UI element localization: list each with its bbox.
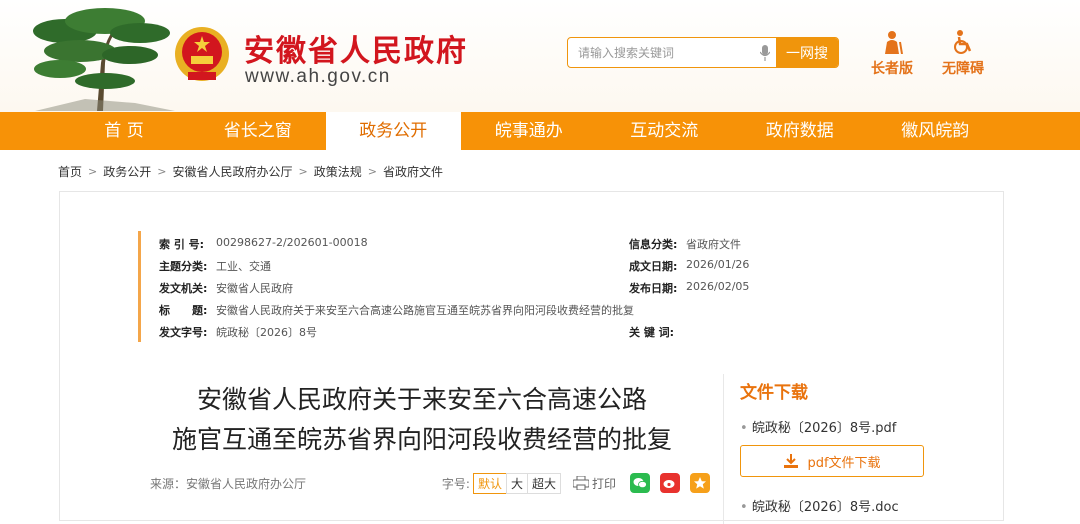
accessibility-button[interactable]: 无障碍	[938, 30, 988, 78]
download-doc-link[interactable]: • 皖政秘〔2026〕8号.doc	[740, 496, 899, 515]
download-doc-name: 皖政秘〔2026〕8号.doc	[751, 500, 899, 515]
chevron-right-icon: >	[367, 164, 377, 178]
meta-issuer-value: 安徽省人民政府	[216, 282, 293, 295]
elder-icon	[869, 30, 915, 54]
meta-title-label: 标 题:	[159, 304, 208, 317]
chevron-right-icon: >	[157, 164, 167, 178]
breadcrumb: 首页 > 政务公开 > 安徽省人民政府办公厅 > 政策法规 > 省政府文件	[0, 150, 1080, 192]
nav-services[interactable]: 皖事通办	[461, 112, 597, 150]
meta-published-value: 2026/02/05	[686, 280, 750, 293]
meta-category-value: 省政府文件	[686, 238, 741, 251]
breadcrumb-home[interactable]: 首页	[58, 163, 82, 180]
nav-government-affairs[interactable]: 政务公开	[325, 112, 461, 150]
download-pdf-name: 皖政秘〔2026〕8号.pdf	[751, 421, 897, 436]
chevron-right-icon: >	[88, 164, 98, 178]
download-pdf-link[interactable]: • 皖政秘〔2026〕8号.pdf	[740, 417, 896, 436]
meta-category-label: 信息分类:	[629, 238, 678, 251]
font-size-label: 字号:	[441, 476, 470, 491]
site-url: www.ah.gov.cn	[245, 66, 391, 87]
content-panel: 索 引 号: 00298627-2/202601-00018 主题分类: 工业、…	[59, 191, 1004, 524]
meta-topic: 主题分类: 工业、交通	[159, 258, 271, 274]
print-button[interactable]: 打印	[572, 475, 616, 492]
meta-topic-label: 主题分类:	[159, 260, 208, 273]
meta-docno-label: 发文字号:	[159, 326, 208, 339]
breadcrumb-general-office[interactable]: 安徽省人民政府办公厅	[172, 163, 292, 180]
meta-index-value: 00298627-2/202601-00018	[216, 236, 368, 249]
meta-keywords-label: 关 键 词:	[629, 326, 675, 339]
meta-created-value: 2026/01/26	[686, 258, 750, 271]
meta-issuer-label: 发文机关:	[159, 282, 208, 295]
wheelchair-icon	[938, 30, 988, 54]
main-nav: 首 页 省长之窗 政务公开 皖事通办 互动交流 政府数据 徽风皖韵	[0, 112, 1080, 150]
download-icon	[784, 454, 799, 468]
bullet-icon: •	[740, 421, 748, 436]
search-input[interactable]	[568, 38, 754, 67]
accessibility-label: 无障碍	[942, 61, 984, 77]
elder-mode-button[interactable]: 长者版	[869, 30, 915, 78]
pine-tree-logo	[33, 8, 175, 111]
bullet-icon: •	[740, 500, 748, 515]
font-size-xlarge-button[interactable]: 超大	[526, 472, 561, 494]
nav-interaction[interactable]: 互动交流	[597, 112, 733, 150]
national-emblem-logo	[175, 27, 229, 81]
article-title: 安徽省人民政府关于来安至六合高速公路 施官互通至皖苏省界向阳河段收费经营的批复	[137, 380, 707, 460]
chevron-right-icon: >	[298, 164, 308, 178]
wechat-share-icon[interactable]	[630, 473, 650, 493]
meta-published: 发布日期: 2026/02/05	[629, 280, 749, 296]
meta-index: 索 引 号: 00298627-2/202601-00018	[159, 236, 368, 252]
meta-docno-value: 皖政秘〔2026〕8号	[216, 326, 317, 339]
elder-mode-label: 长者版	[871, 61, 913, 77]
search-button[interactable]: 一网搜	[776, 38, 838, 67]
pdf-download-label: pdf文件下载	[807, 455, 881, 471]
nav-home[interactable]: 首 页	[58, 112, 190, 150]
sidebar-divider	[723, 374, 724, 524]
meta-topic-value: 工业、交通	[216, 260, 271, 273]
article-title-line1: 安徽省人民政府关于来安至六合高速公路	[196, 385, 647, 414]
meta-docno: 发文字号: 皖政秘〔2026〕8号	[159, 324, 317, 340]
breadcrumb-government-affairs[interactable]: 政务公开	[103, 163, 151, 180]
meta-created-label: 成文日期:	[629, 260, 678, 273]
meta-created: 成文日期: 2026/01/26	[629, 258, 749, 274]
article-tools: 字号: 默认 大 超大 打印	[442, 471, 710, 495]
breadcrumb-documents[interactable]: 省政府文件	[383, 163, 443, 180]
article-title-line2: 施官互通至皖苏省界向阳河段收费经营的批复	[171, 425, 672, 454]
download-section-title: 文件下载	[740, 383, 808, 403]
printer-icon	[572, 476, 589, 490]
meta-keywords: 关 键 词:	[629, 324, 686, 340]
site-header: 安徽省人民政府 www.ah.gov.cn 一网搜 长者版 无障碍	[0, 0, 1080, 112]
document-metadata: 索 引 号: 00298627-2/202601-00018 主题分类: 工业、…	[138, 231, 778, 342]
meta-issuer: 发文机关: 安徽省人民政府	[159, 280, 293, 296]
pdf-download-button[interactable]: pdf文件下载	[740, 445, 924, 477]
print-label: 打印	[591, 476, 616, 491]
meta-index-label: 索 引 号:	[159, 238, 205, 251]
font-size-default-button[interactable]: 默认	[472, 472, 507, 494]
meta-published-label: 发布日期:	[629, 282, 678, 295]
search-bar: 一网搜	[567, 37, 839, 68]
nav-governor-window[interactable]: 省长之窗	[190, 112, 326, 150]
font-size-large-button[interactable]: 大	[505, 472, 528, 494]
microphone-icon[interactable]	[754, 38, 776, 67]
site-name[interactable]: 安徽省人民政府	[244, 26, 468, 70]
nav-culture[interactable]: 徽风皖韵	[868, 112, 1004, 150]
meta-title-value: 安徽省人民政府关于来安至六合高速公路施官互通至皖苏省界向阳河段收费经营的批复	[216, 304, 634, 317]
article-toolbar: 来源：安徽省人民政府办公厅 字号: 默认 大 超大 打印	[150, 471, 710, 495]
nav-government-data[interactable]: 政府数据	[732, 112, 868, 150]
favorite-star-icon[interactable]	[690, 473, 710, 493]
weibo-share-icon[interactable]	[660, 473, 680, 493]
meta-category: 信息分类: 省政府文件	[629, 236, 741, 252]
meta-title: 标 题: 安徽省人民政府关于来安至六合高速公路施官互通至皖苏省界向阳河段收费经营…	[159, 302, 634, 318]
article-source: 来源：安徽省人民政府办公厅	[150, 476, 307, 491]
breadcrumb-policy[interactable]: 政策法规	[314, 163, 362, 180]
